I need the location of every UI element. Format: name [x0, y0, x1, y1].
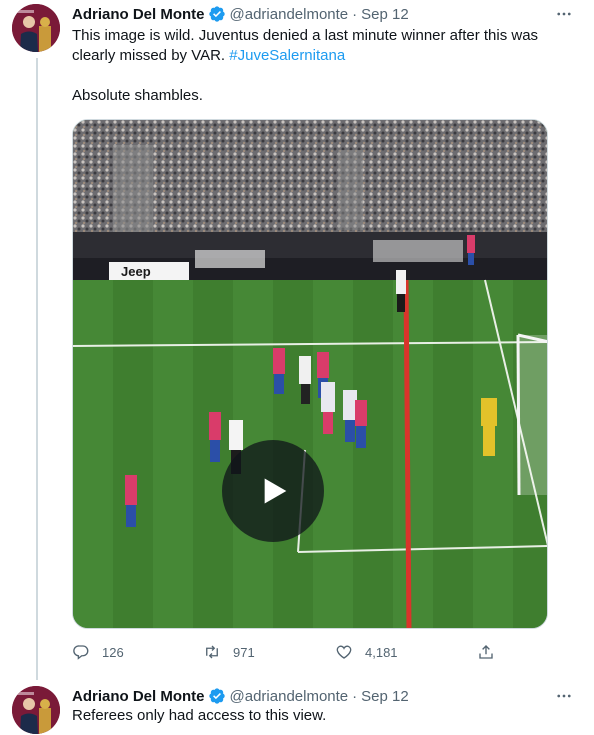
- tweet-video[interactable]: Jeep: [72, 119, 548, 629]
- separator-dot: ·: [352, 687, 358, 705]
- reply-icon: [73, 645, 89, 660]
- tweet[interactable]: Adriano Del Monte @adriandelmonte · Sep …: [0, 0, 594, 680]
- verified-badge-icon: [208, 5, 226, 23]
- retweet-button[interactable]: 971: [203, 640, 255, 664]
- tweet-date[interactable]: Sep 12: [361, 6, 409, 23]
- like-icon: [336, 645, 352, 659]
- tweet-actions: 126 971 4,181: [72, 640, 512, 664]
- like-button[interactable]: 4,181: [335, 640, 398, 664]
- separator-dot: ·: [352, 5, 358, 23]
- play-button[interactable]: [222, 440, 324, 542]
- offside-line: [403, 279, 412, 628]
- share-button[interactable]: [477, 640, 495, 664]
- tweet-text: This image is wild. Juventus denied a la…: [72, 26, 572, 106]
- play-icon: [264, 478, 287, 504]
- author-handle[interactable]: @adriandelmonte: [230, 6, 349, 23]
- author-name[interactable]: Adriano Del Monte: [72, 688, 205, 705]
- retweet-icon: [206, 645, 218, 659]
- reply-button[interactable]: 126: [72, 640, 124, 664]
- share-icon: [479, 645, 493, 659]
- author-name[interactable]: Adriano Del Monte: [72, 6, 205, 23]
- tweet[interactable]: Adriano Del Monte @adriandelmonte · Sep …: [0, 680, 594, 735]
- avatar-image: [12, 4, 60, 52]
- tweet-text-para1: This image is wild. Juventus denied a la…: [72, 26, 572, 66]
- hashtag-link[interactable]: #JuveSalernitana: [229, 47, 345, 64]
- verified-badge-icon: [208, 687, 226, 705]
- ad-board-text: Jeep: [121, 264, 151, 279]
- avatar[interactable]: [12, 4, 60, 52]
- more-horizontal-icon[interactable]: [554, 686, 574, 706]
- tweet-header: Adriano Del Monte @adriandelmonte · Sep …: [72, 4, 409, 24]
- tweet-text: Referees only had access to this view.: [72, 707, 327, 724]
- more-horizontal-icon[interactable]: [554, 4, 574, 24]
- like-count: 4,181: [365, 644, 398, 660]
- retweet-count: 971: [233, 644, 255, 660]
- reply-count: 126: [102, 644, 124, 660]
- tweet-date[interactable]: Sep 12: [361, 688, 409, 705]
- tweet-text-para2: Absolute shambles.: [72, 87, 203, 104]
- author-handle[interactable]: @adriandelmonte: [230, 688, 349, 705]
- avatar[interactable]: [12, 686, 60, 734]
- avatar-image: [12, 686, 60, 734]
- tweet-header: Adriano Del Monte @adriandelmonte · Sep …: [72, 686, 409, 706]
- video-thumbnail: Jeep: [73, 120, 547, 628]
